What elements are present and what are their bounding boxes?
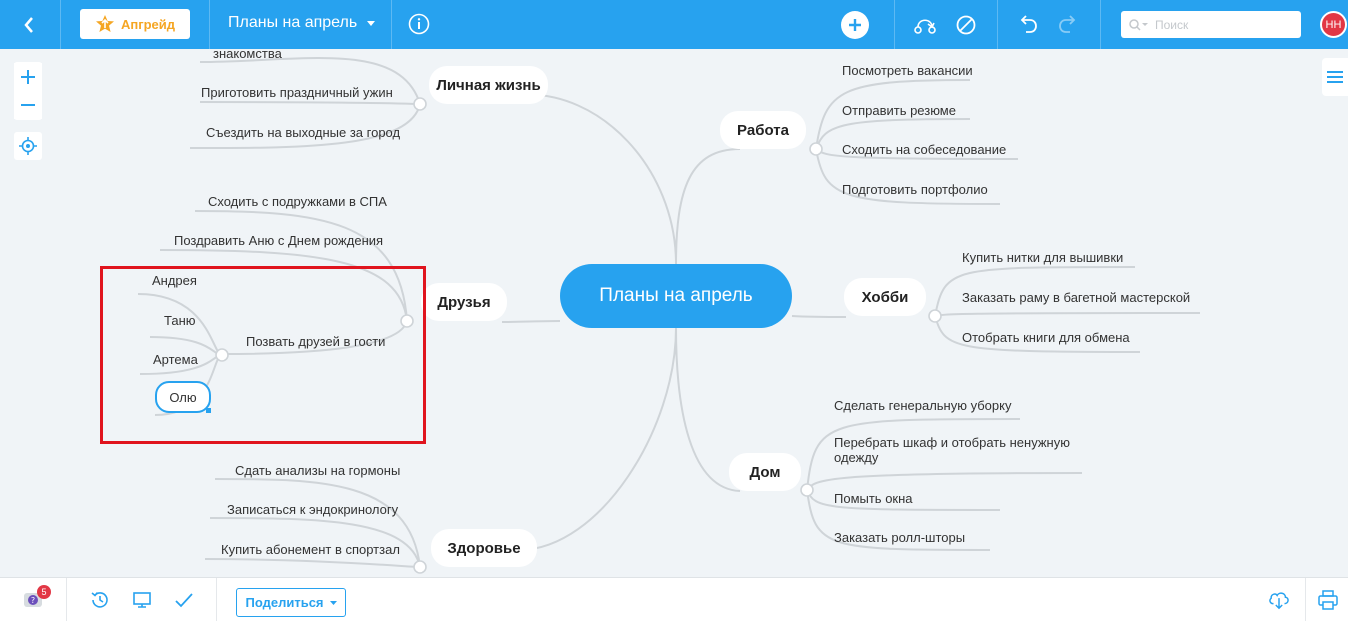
task-general-cleaning[interactable]: Сделать генеральную уборку — [834, 398, 1011, 413]
search-icon — [1129, 18, 1148, 31]
task-festive-dinner[interactable]: Приготовить праздничный ужин — [201, 85, 393, 100]
connection-icon — [914, 19, 936, 34]
monitor-icon — [133, 592, 151, 608]
avatar[interactable]: НН — [1320, 11, 1347, 38]
task-wash-windows[interactable]: Помыть окна — [834, 491, 913, 506]
info-button[interactable] — [407, 12, 431, 36]
task-spa[interactable]: Сходить с подружками в СПА — [208, 194, 387, 209]
connect-button[interactable] — [912, 13, 938, 37]
branch-hobby[interactable]: Хобби — [844, 278, 926, 316]
task-sort-wardrobe[interactable]: Перебрать шкаф и отобрать ненужную одежд… — [834, 435, 1094, 465]
task-frame-order[interactable]: Заказать раму в багетной мастерской — [962, 290, 1190, 305]
task-roller-blinds[interactable]: Заказать ролл-шторы — [834, 530, 965, 545]
share-label: Поделиться — [245, 595, 324, 610]
star-icon — [95, 15, 114, 32]
branch-health[interactable]: Здоровье — [431, 529, 537, 567]
share-button[interactable]: Поделиться — [236, 588, 346, 617]
highlight-frame — [100, 266, 426, 444]
task-meeting[interactable]: знакомства — [213, 49, 282, 61]
task-portfolio[interactable]: Подготовить портфолио — [842, 182, 988, 197]
presentation-button[interactable] — [131, 589, 153, 611]
cloud-download-icon — [1269, 592, 1289, 610]
undo-button[interactable] — [1016, 13, 1040, 37]
redo-button[interactable] — [1056, 13, 1080, 37]
branch-friends[interactable]: Друзья — [421, 283, 507, 321]
tasks-button[interactable] — [173, 589, 195, 611]
map-title: Планы на апрель — [228, 14, 358, 31]
task-weekend-trip[interactable]: Съездить на выходные за город — [206, 125, 400, 140]
task-embroidery-thread[interactable]: Купить нитки для вышивки — [962, 250, 1123, 265]
task-endocrinologist[interactable]: Записаться к эндокринологу — [227, 502, 398, 517]
history-icon — [91, 591, 108, 608]
plus-circle-icon — [841, 11, 869, 39]
task-birthday-anya[interactable]: Поздравить Аню с Днем рождения — [174, 233, 383, 248]
branch-home[interactable]: Дом — [729, 453, 801, 491]
disable-button[interactable] — [954, 13, 978, 37]
task-books-exchange[interactable]: Отобрать книги для обмена — [962, 330, 1130, 345]
prohibited-icon — [956, 15, 976, 35]
undo-icon — [1020, 15, 1037, 33]
task-interview[interactable]: Сходить на собеседование — [842, 142, 1006, 157]
history-button[interactable] — [89, 589, 111, 611]
branch-work[interactable]: Работа — [720, 111, 806, 149]
mind-map-canvas[interactable]: знакомства Приготовить праздничный ужин … — [0, 49, 1348, 577]
task-hormone-tests[interactable]: Сдать анализы на гормоны — [235, 463, 400, 478]
chevron-left-icon — [24, 17, 33, 33]
search-box[interactable] — [1121, 11, 1301, 38]
info-icon — [408, 13, 430, 35]
redo-icon — [1059, 15, 1076, 33]
task-send-resume[interactable]: Отправить резюме — [842, 103, 956, 118]
caret-down-icon — [329, 600, 337, 605]
notification-badge: 5 — [37, 585, 51, 599]
search-input[interactable] — [1155, 17, 1285, 32]
map-title-dropdown[interactable]: Планы на апрель — [228, 14, 376, 32]
print-button[interactable] — [1317, 589, 1339, 611]
back-button[interactable] — [14, 12, 44, 38]
top-toolbar: Апгрейд Планы на апрель Поиск НН — [0, 0, 1348, 49]
central-topic[interactable]: Планы на апрель — [560, 264, 792, 328]
svg-text:?: ? — [31, 596, 35, 605]
upgrade-button[interactable]: Апгрейд — [80, 9, 190, 39]
bottom-toolbar: ? 5 Поделиться — [0, 577, 1348, 621]
upgrade-label: Апгрейд — [120, 16, 176, 32]
checkmark-icon — [175, 593, 193, 608]
task-view-vacancies[interactable]: Посмотреть вакансии — [842, 63, 973, 78]
printer-icon — [1318, 590, 1338, 610]
task-gym-membership[interactable]: Купить абонемент в спортзал — [221, 542, 400, 557]
add-node-button[interactable] — [840, 10, 870, 40]
caret-down-icon — [367, 20, 376, 26]
branch-personal-life[interactable]: Личная жизнь — [429, 66, 548, 104]
download-button[interactable] — [1268, 589, 1290, 611]
avatar-initials: НН — [1325, 18, 1342, 31]
